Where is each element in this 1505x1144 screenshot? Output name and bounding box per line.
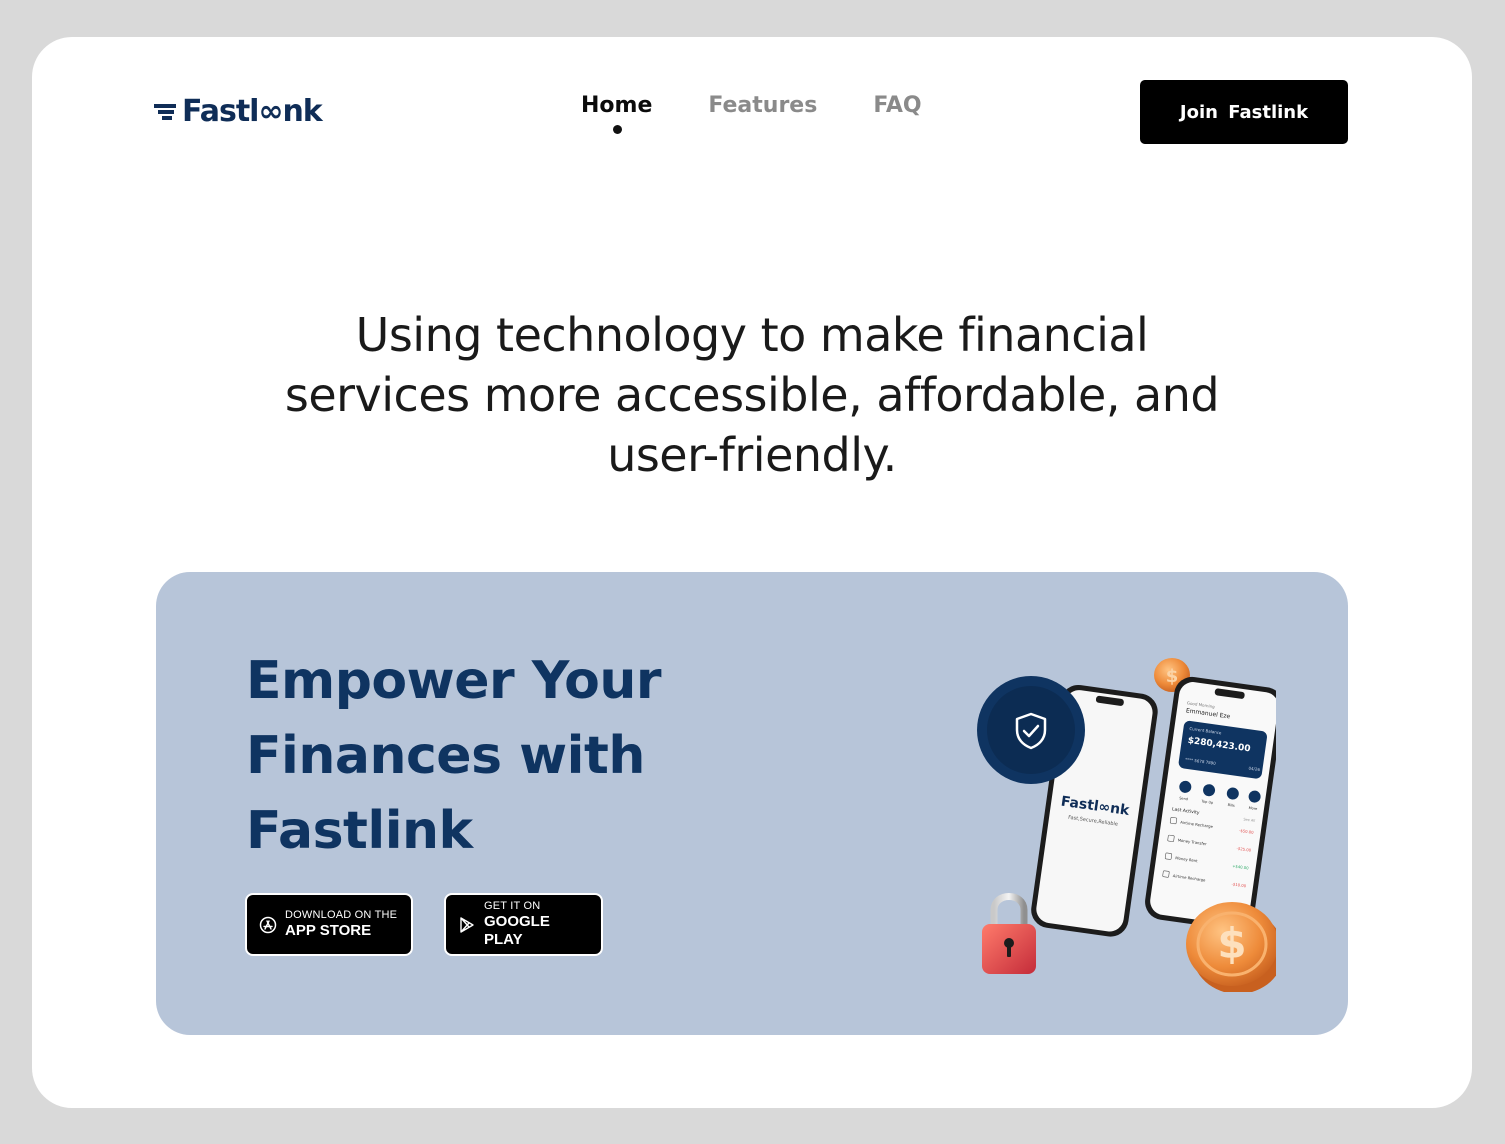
active-indicator-dot <box>612 125 622 134</box>
speed-lines-icon <box>154 104 176 120</box>
page-frame: Fastl∞nk Home Features FAQ Join Fastlink… <box>32 37 1472 1108</box>
nav-faq-label: FAQ <box>873 93 922 118</box>
google-play-big-text: GOOGLE PLAY <box>484 913 550 948</box>
page-headline: Using technology to make financial servi… <box>284 308 1220 482</box>
hero-title: Empower Your Finances with Fastlink <box>246 651 661 861</box>
app-store-text: DOWNLOAD ON THE APP STORE <box>285 909 397 940</box>
fastlink-logo[interactable]: Fastl∞nk <box>154 89 344 133</box>
svg-text:$: $ <box>1217 919 1246 968</box>
nav-home[interactable]: Home <box>581 93 653 134</box>
google-play-icon <box>460 916 474 933</box>
google-play-small-text: GET IT ON <box>484 900 541 912</box>
phone-dashboard: Good Morning Emmanuel Eze Current Balanc… <box>1145 676 1276 931</box>
logo-wordmark: Fastl∞nk <box>182 93 323 129</box>
google-play-text: GET IT ON GOOGLE PLAY <box>484 900 589 949</box>
dollar-coin-icon: $ <box>1186 902 1276 992</box>
svg-text:$: $ <box>1166 666 1179 687</box>
app-store-big-text: APP STORE <box>285 922 372 939</box>
join-fastlink-button[interactable]: Join Fastlink <box>1140 80 1348 144</box>
nav-features[interactable]: Features <box>708 93 817 118</box>
main-nav: Home Features FAQ <box>581 93 922 134</box>
nav-home-label: Home <box>581 93 653 118</box>
app-store-small-text: DOWNLOAD ON THE <box>285 909 398 921</box>
shield-check-icon <box>977 676 1085 784</box>
app-store-button[interactable]: DOWNLOAD ON THE APP STORE <box>245 893 413 956</box>
nav-faq[interactable]: FAQ <box>873 93 921 118</box>
hero-card: Empower Your Finances with Fastlink DOWN… <box>156 572 1348 1035</box>
padlock-icon <box>982 893 1036 974</box>
google-play-button[interactable]: GET IT ON GOOGLE PLAY <box>444 893 603 956</box>
app-store-icon <box>259 916 277 933</box>
app-illustration: $ Fastl∞nk Fast,Secure,Reliable Good Mor… <box>977 658 1276 992</box>
nav-features-label: Features <box>708 93 818 118</box>
